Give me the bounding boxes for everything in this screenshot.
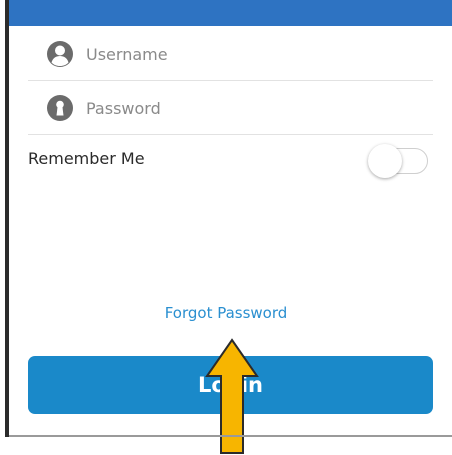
password-input[interactable] [86, 92, 426, 124]
login-screen: Remember Me Forgot Password Login [0, 0, 452, 455]
remember-me-label: Remember Me [28, 149, 145, 168]
toggle-knob [368, 144, 402, 178]
username-field-row [28, 28, 433, 81]
keyhole-icon [47, 95, 73, 121]
header-bar [9, 0, 452, 26]
forgot-password-link[interactable]: Forgot Password [0, 304, 452, 322]
password-field-row [28, 82, 433, 135]
username-input[interactable] [86, 38, 426, 70]
window-left-border [5, 0, 9, 437]
login-button[interactable]: Login [28, 356, 433, 414]
user-circle-icon [47, 41, 73, 67]
remember-me-toggle[interactable] [368, 144, 428, 178]
window-bottom-border [9, 435, 452, 437]
